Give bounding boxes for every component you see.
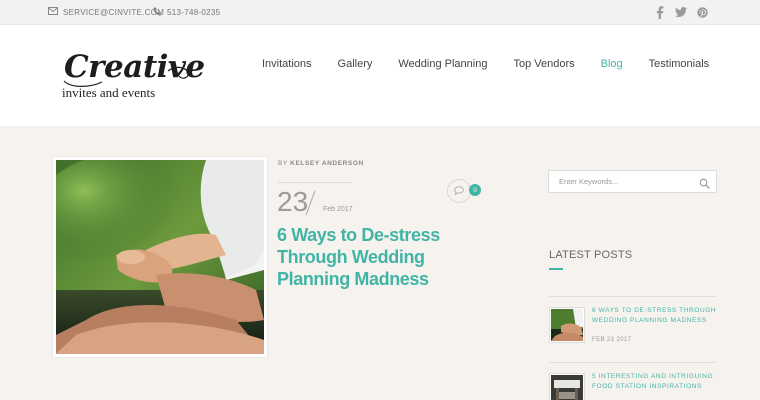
nav-top-vendors[interactable]: Top Vendors bbox=[513, 58, 574, 70]
social-links bbox=[654, 4, 708, 20]
nav-gallery[interactable]: Gallery bbox=[338, 58, 373, 70]
pinterest-icon[interactable] bbox=[696, 4, 708, 20]
post-title[interactable]: 6 Ways to De-stress Through Wedding Plan… bbox=[277, 224, 457, 290]
twitter-icon[interactable] bbox=[675, 4, 687, 20]
latest-posts-underline bbox=[549, 268, 563, 270]
latest-posts-heading: LATEST POSTS bbox=[549, 249, 633, 261]
author-prefix: BY bbox=[278, 160, 288, 167]
nav-invitations[interactable]: Invitations bbox=[262, 58, 312, 70]
main-nav: Invitations Gallery Wedding Planning Top… bbox=[262, 58, 735, 70]
latest-post-divider bbox=[549, 296, 717, 297]
latest-post-divider bbox=[549, 362, 717, 363]
post-author: BY KELSEY ANDERSON bbox=[278, 160, 364, 167]
nav-blog[interactable]: Blog bbox=[601, 58, 623, 70]
nav-testimonials[interactable]: Testimonials bbox=[649, 58, 710, 70]
site-logo[interactable]: Creative invites and events bbox=[62, 49, 205, 105]
search-icon[interactable] bbox=[699, 176, 710, 189]
latest-post-title[interactable]: 5 INTERESTING AND INTRIGUING FOOD STATIO… bbox=[592, 372, 717, 391]
latest-post-1-photo bbox=[551, 309, 583, 341]
author-name[interactable]: KELSEY ANDERSON bbox=[290, 160, 364, 167]
contact-email[interactable]: SERVICE@CINVITE.COM bbox=[48, 7, 164, 17]
latest-post-date: FEB 23 2017 bbox=[592, 337, 632, 343]
latest-post-2-photo bbox=[551, 375, 583, 400]
latest-post-thumbnail[interactable] bbox=[549, 373, 585, 400]
post-featured-image[interactable] bbox=[53, 157, 267, 357]
post-day: 23 bbox=[277, 186, 309, 217]
comments-button[interactable] bbox=[447, 179, 471, 203]
email-text: SERVICE@CINVITE.COM bbox=[63, 7, 165, 17]
comment-count-badge: 0 bbox=[469, 184, 481, 196]
meditation-photo bbox=[56, 160, 264, 354]
logo-subtitle: invites and events bbox=[62, 85, 156, 100]
search-input[interactable] bbox=[549, 171, 689, 192]
nav-wedding-planning[interactable]: Wedding Planning bbox=[398, 58, 487, 70]
latest-post-title[interactable]: 6 WAYS TO DE-STRESS THROUGH WEDDING PLAN… bbox=[592, 306, 717, 325]
latest-post-thumbnail[interactable] bbox=[549, 307, 585, 343]
search-box bbox=[548, 170, 717, 193]
comment-bubble-icon bbox=[454, 182, 464, 200]
contact-phone[interactable]: 513-748-0235 bbox=[153, 7, 220, 18]
site-header: Creative invites and events Invitations … bbox=[0, 25, 760, 126]
phone-text: 513-748-0235 bbox=[167, 8, 221, 17]
date-divider bbox=[278, 182, 352, 183]
facebook-icon[interactable] bbox=[654, 4, 666, 20]
envelope-icon bbox=[48, 7, 58, 17]
blog-content: BY KELSEY ANDERSON 23 Feb 2017 0 6 Ways … bbox=[0, 126, 760, 400]
post-month-year: Feb 2017 bbox=[323, 206, 353, 213]
top-bar: SERVICE@CINVITE.COM 513-748-0235 bbox=[0, 0, 760, 25]
phone-icon bbox=[153, 7, 162, 18]
